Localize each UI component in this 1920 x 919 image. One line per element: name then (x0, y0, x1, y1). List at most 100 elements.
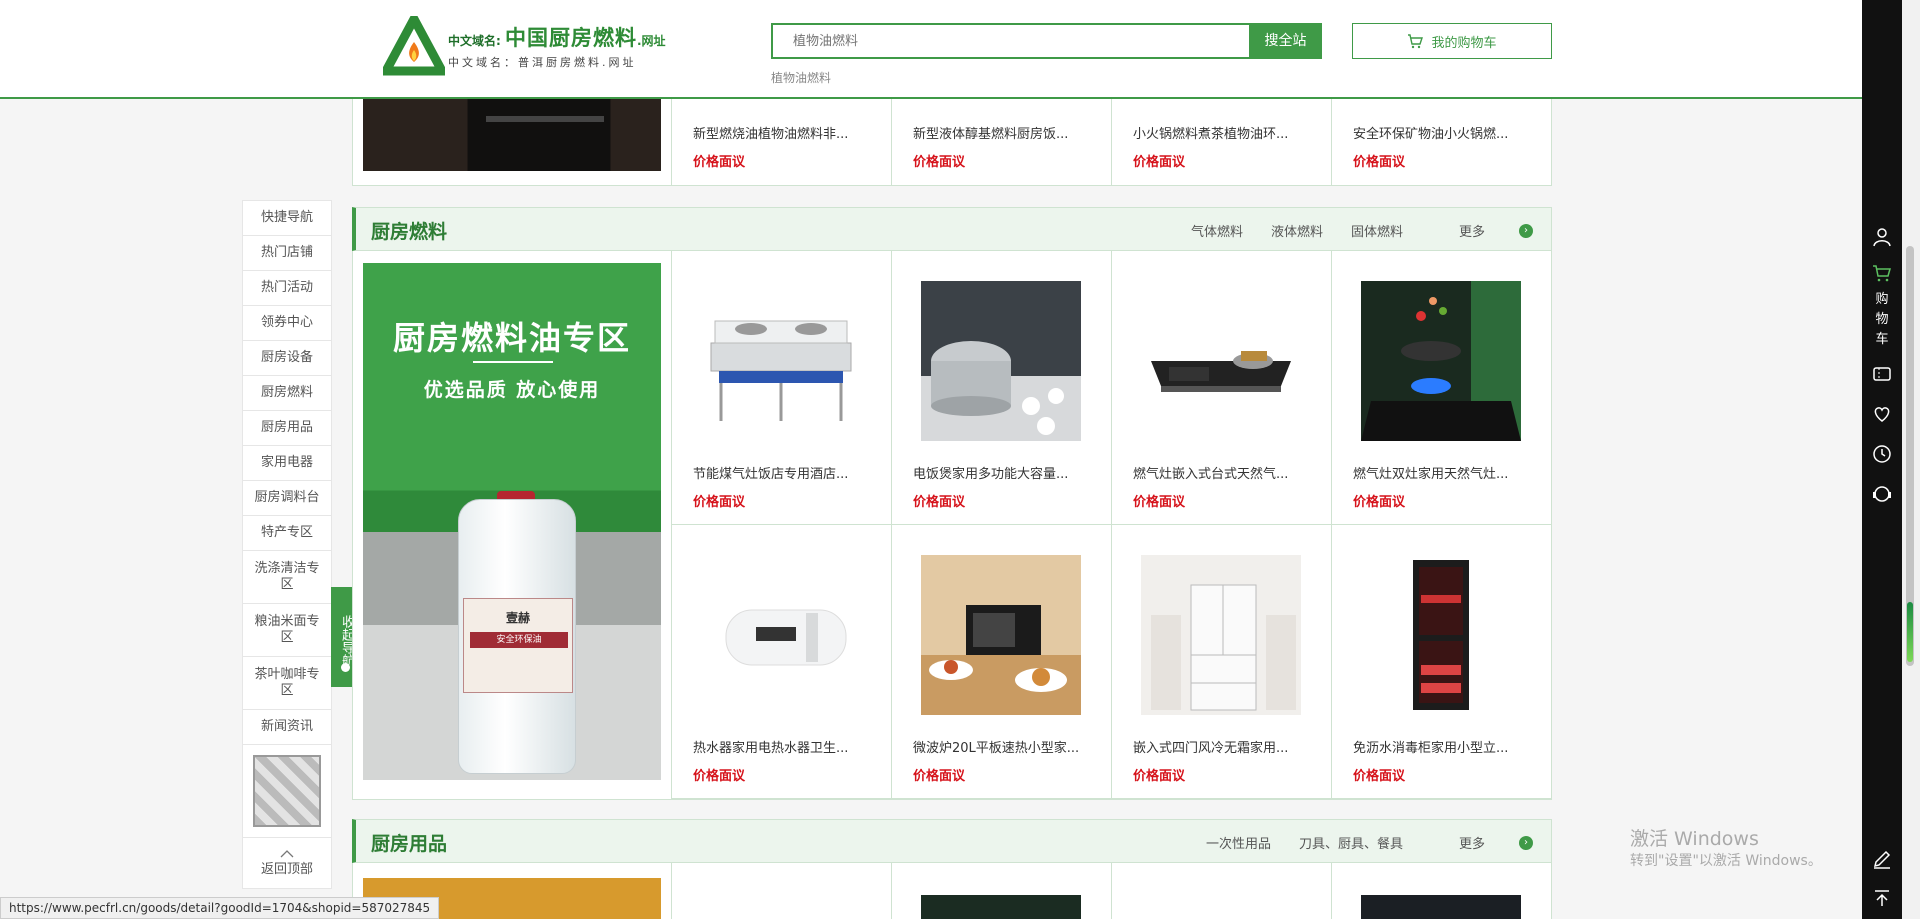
product-card[interactable]: 小火锅燃料煮茶植物油环... 价格面议 (1111, 99, 1331, 186)
product-name[interactable]: 电饭煲家用多功能大容量... (913, 463, 1093, 482)
more-link[interactable]: 更多 › (1431, 221, 1533, 240)
product-card[interactable]: 燃气灶双灶家用天然气灶... 价格面议 (1331, 251, 1551, 525)
floor-title[interactable]: 厨房燃料 (371, 217, 447, 244)
nav-item-specialties[interactable]: 特产专区 (243, 516, 331, 551)
product-card[interactable]: 免沥水消毒柜家用小型立... 价格面议 (1331, 525, 1551, 799)
clock-icon[interactable] (1872, 444, 1892, 464)
product-name[interactable]: 热水器家用电热水器卫生... (693, 737, 873, 756)
arrow-right-icon: › (1519, 223, 1533, 238)
product-name[interactable]: 安全环保矿物油小火锅燃... (1353, 123, 1533, 142)
nav-item-appliances[interactable]: 家用电器 (243, 446, 331, 481)
site-header: 中文域名: 中国厨房燃料.网址 中文域名：普洱厨房燃料.网址 搜全站 植物油燃料… (0, 0, 1862, 99)
nav-item-seasoning[interactable]: 厨房调料台 (243, 481, 331, 516)
product-card[interactable]: 电饭煲家用多功能大容量... 价格面议 (891, 251, 1111, 525)
product-card[interactable]: 微波炉20L平板速热小型家... 价格面议 (891, 525, 1111, 799)
floor-link-cutlery[interactable]: 刀具、厨具、餐具 (1299, 833, 1403, 852)
nav-item-quick-nav[interactable]: 快捷导航 (243, 201, 331, 236)
product-card[interactable] (1111, 863, 1331, 919)
product-card[interactable]: 嵌入式四门风冷无霜家用... 价格面议 (1111, 525, 1331, 799)
logo-domain-label: 中文域名: (448, 34, 501, 48)
product-price: 价格面议 (1353, 495, 1406, 510)
product-card[interactable]: 新型燃烧油植物油燃料非... 价格面议 (671, 99, 891, 186)
floor-link-solid[interactable]: 固体燃料 (1351, 221, 1403, 240)
back-to-top-icon[interactable] (1872, 888, 1892, 908)
product-name[interactable]: 微波炉20L平板速热小型家... (913, 737, 1093, 756)
product-name[interactable]: 小火锅燃料煮茶植物油环... (1133, 123, 1313, 142)
product-card[interactable]: 燃气灶嵌入式台式天然气... 价格面议 (1111, 251, 1331, 525)
floor-link-liquid[interactable]: 液体燃料 (1271, 221, 1323, 240)
product-price: 价格面议 (913, 495, 966, 510)
more-link[interactable]: 更多 › (1431, 833, 1533, 852)
logo-tld: .网址 (636, 34, 666, 48)
cart-icon (1408, 34, 1424, 49)
toolbar-cart-label[interactable]: 购物车 (1874, 290, 1890, 350)
right-toolbar: 购物车 (1862, 0, 1902, 919)
search-box (771, 23, 1249, 59)
user-icon[interactable] (1872, 227, 1892, 247)
quick-nav-sidebar: 快捷导航 热门店铺 热门活动 领券中心 厨房设备 厨房燃料 厨房用品 家用电器 … (242, 200, 332, 889)
nav-item-kitchen-equipment[interactable]: 厨房设备 (243, 341, 331, 376)
my-cart-label: 我的购物车 (1431, 35, 1497, 51)
product-card[interactable] (891, 863, 1111, 919)
product-price: 价格面议 (693, 155, 746, 170)
product-card[interactable] (671, 863, 891, 919)
product-price: 价格面议 (913, 769, 966, 784)
nav-item-coupons[interactable]: 领券中心 (243, 306, 331, 341)
nav-item-kitchen-fuel[interactable]: 厨房燃料 (243, 376, 331, 411)
product-name[interactable]: 新型液体醇基燃料厨房饭... (913, 123, 1093, 142)
product-card[interactable]: 安全环保矿物油小火锅燃... 价格面议 (1331, 99, 1551, 186)
nav-item-hot-events[interactable]: 热门活动 (243, 271, 331, 306)
nav-item-tea-coffee[interactable]: 茶叶咖啡专区 (243, 657, 331, 710)
site-logo[interactable]: 中文域名: 中国厨房燃料.网址 中文域名：普洱厨房燃料.网址 (383, 16, 683, 78)
logo-subtitle: 中文域名：普洱厨房燃料.网址 (448, 56, 637, 69)
nav-item-news[interactable]: 新闻资讯 (243, 710, 331, 745)
product-price: 价格面议 (1353, 769, 1406, 784)
product-card[interactable]: 节能煤气灶饭店专用酒店... 价格面议 (671, 251, 891, 525)
cart-icon[interactable] (1872, 263, 1892, 283)
banner-subtitle: 优选品质 放心使用 (423, 379, 601, 401)
product-card[interactable] (1331, 863, 1551, 919)
status-bar-url: https://www.pecfrl.cn/goods/detail?goodI… (0, 897, 440, 919)
appliance-image[interactable] (363, 99, 661, 171)
windows-watermark-title: 激活 Windows (1630, 828, 1759, 850)
qr-code (243, 745, 331, 838)
floor-header-kitchen-fuel: 厨房燃料 气体燃料 液体燃料 固体燃料 更多 › (352, 207, 1552, 251)
back-to-top-button[interactable]: 返回顶部 (243, 838, 331, 888)
nav-item-cleaning[interactable]: 洗涤清洁专区 (243, 551, 331, 604)
search-button[interactable]: 搜全站 (1249, 23, 1322, 59)
search-input[interactable] (773, 25, 1249, 57)
water-heater-image (725, 609, 847, 666)
product-name[interactable]: 燃气灶嵌入式台式天然气... (1133, 463, 1313, 482)
product-card[interactable]: 新型液体醇基燃料厨房饭... 价格面议 (891, 99, 1111, 186)
coupon-icon[interactable] (1872, 364, 1892, 384)
fuel-oil-banner[interactable]: 厨房燃料油专区 优选品质 放心使用 壹赫 安全环保油 (363, 263, 661, 780)
product-card[interactable]: 热水器家用电热水器卫生... 价格面议 (671, 525, 891, 799)
commercial-stove-image (710, 320, 852, 421)
product-name[interactable]: 嵌入式四门风冷无霜家用... (1133, 737, 1313, 756)
back-to-top-label: 返回顶部 (260, 861, 313, 877)
heart-icon[interactable] (1872, 404, 1892, 424)
product-name[interactable]: 免沥水消毒柜家用小型立... (1353, 737, 1533, 756)
nav-item-hot-shops[interactable]: 热门店铺 (243, 236, 331, 271)
nav-item-kitchen-supplies[interactable]: 厨房用品 (243, 411, 331, 446)
floor-link-disposables[interactable]: 一次性用品 (1206, 833, 1271, 852)
edit-feedback-icon[interactable] (1872, 849, 1892, 869)
page-scrollbar[interactable] (1902, 0, 1920, 919)
previous-floor-row: 新型燃烧油植物油燃料非... 价格面议 新型液体醇基燃料厨房饭... 价格面议 … (352, 99, 1552, 186)
search-hot-keyword[interactable]: 植物油燃料 (771, 69, 831, 86)
product-price: 价格面议 (693, 495, 746, 510)
nav-item-grain-oil[interactable]: 粮油米面专区 (243, 604, 331, 657)
jug-label: 壹赫 安全环保油 (463, 598, 573, 693)
floor-link-gas[interactable]: 气体燃料 (1191, 221, 1243, 240)
floor-title[interactable]: 厨房用品 (371, 829, 447, 856)
product-image (1361, 895, 1521, 919)
logo-title: 中国厨房燃料 (504, 26, 637, 50)
four-door-fridge-image (1141, 555, 1301, 715)
my-cart-button[interactable]: 我的购物车 (1352, 23, 1552, 59)
product-name[interactable]: 燃气灶双灶家用天然气灶... (1353, 463, 1533, 482)
disinfection-cabinet-image (1413, 560, 1469, 710)
product-name[interactable]: 节能煤气灶饭店专用酒店... (693, 463, 873, 482)
product-name[interactable]: 新型燃烧油植物油燃料非... (693, 123, 873, 142)
rice-cooker-image (921, 281, 1081, 441)
customer-service-icon[interactable] (1872, 484, 1892, 504)
